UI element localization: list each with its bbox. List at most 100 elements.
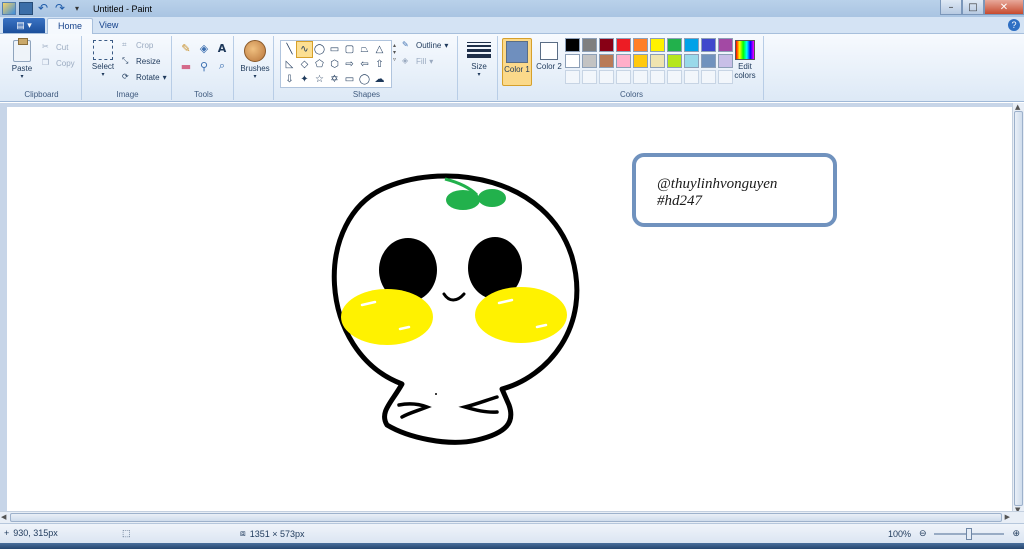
brushes-button[interactable]: Brushes ▾ xyxy=(238,40,272,80)
zoom-slider-knob[interactable] xyxy=(966,528,972,540)
palette-custom-swatch[interactable] xyxy=(701,70,716,84)
palette-swatch[interactable] xyxy=(667,54,682,68)
outline-button[interactable]: ✎ Outline ▾ xyxy=(402,40,448,50)
undo-icon[interactable]: ↶ xyxy=(36,2,50,15)
five-point-star-shape-icon[interactable]: ☆ xyxy=(312,72,327,87)
up-arrow-shape-icon[interactable]: ⇧ xyxy=(372,57,387,72)
palette-swatch[interactable] xyxy=(650,38,665,52)
hexagon-shape-icon[interactable]: ⬡ xyxy=(327,57,342,72)
color2-button[interactable]: Color 2 xyxy=(534,38,564,86)
palette-swatch[interactable] xyxy=(718,38,733,52)
palette-custom-swatch[interactable] xyxy=(565,70,580,84)
rectangle-shape-icon[interactable]: ▭ xyxy=(327,42,342,57)
left-arrow-shape-icon[interactable]: ⇦ xyxy=(357,57,372,72)
palette-swatch[interactable] xyxy=(565,54,580,68)
palette-swatch[interactable] xyxy=(633,54,648,68)
palette-swatch[interactable] xyxy=(616,38,631,52)
six-point-star-shape-icon[interactable]: ✡ xyxy=(327,72,342,87)
right-triangle-shape-icon[interactable]: ◺ xyxy=(282,57,297,72)
palette-custom-swatch[interactable] xyxy=(650,70,665,84)
save-icon[interactable] xyxy=(19,2,33,15)
text-tool-icon[interactable]: A xyxy=(214,40,230,56)
palette-swatch[interactable] xyxy=(582,54,597,68)
line-shape-icon[interactable]: ╲ xyxy=(282,42,297,57)
fill-bucket-icon[interactable]: ◈ xyxy=(196,40,212,56)
crop-button[interactable]: ⌗ Crop xyxy=(122,40,153,50)
rotate-button[interactable]: ⟳ Rotate ▾ xyxy=(122,72,167,82)
triangle-shape-icon[interactable]: △ xyxy=(372,42,387,57)
clipboard-group-label: Clipboard xyxy=(24,90,59,99)
palette-custom-swatch[interactable] xyxy=(684,70,699,84)
four-point-star-shape-icon[interactable]: ✦ xyxy=(297,72,312,87)
rounded-callout-shape-icon[interactable]: ▭ xyxy=(342,72,357,87)
magnifier-icon[interactable]: ⌕ xyxy=(214,58,230,74)
eraser-icon[interactable]: ▬ xyxy=(178,58,194,74)
diamond-shape-icon[interactable]: ◇ xyxy=(297,57,312,72)
color-picker-icon[interactable]: ⚲ xyxy=(196,58,212,74)
palette-swatch[interactable] xyxy=(684,54,699,68)
scroll-up-icon[interactable]: ▲ xyxy=(1015,103,1020,111)
palette-swatch[interactable] xyxy=(582,38,597,52)
palette-swatch[interactable] xyxy=(599,38,614,52)
palette-swatch[interactable] xyxy=(684,38,699,52)
color1-button[interactable]: Color 1 xyxy=(502,38,532,86)
redo-icon[interactable]: ↷ xyxy=(53,2,67,15)
resize-button[interactable]: ⤡ Resize xyxy=(122,56,160,66)
scroll-left-icon[interactable]: ◀ xyxy=(1,513,6,521)
scroll-right-icon[interactable]: ▶ xyxy=(1005,513,1010,521)
polygon-shape-icon[interactable]: ⏢ xyxy=(357,42,372,57)
fill-button[interactable]: ◈ Fill ▾ xyxy=(402,56,433,66)
curve-shape-icon[interactable]: ∿ xyxy=(296,41,313,58)
help-icon[interactable]: ? xyxy=(1008,19,1020,31)
palette-custom-swatch[interactable] xyxy=(582,70,597,84)
customize-quick-access-icon[interactable]: ▾ xyxy=(70,2,84,15)
size-button[interactable]: Size ▾ xyxy=(464,40,494,78)
paint-app-icon[interactable] xyxy=(2,2,16,15)
cut-button[interactable]: ✂ Cut xyxy=(42,42,68,52)
vertical-scroll-thumb[interactable] xyxy=(1014,111,1023,506)
tab-view[interactable]: View xyxy=(89,18,128,35)
palette-swatch[interactable] xyxy=(633,38,648,52)
watermark-line2: #hd247 xyxy=(657,193,704,209)
palette-swatch[interactable] xyxy=(599,54,614,68)
horizontal-scrollbar[interactable]: ◀ ▶ xyxy=(0,511,1024,523)
oval-shape-icon[interactable]: ◯ xyxy=(312,42,327,57)
palette-custom-swatch[interactable] xyxy=(633,70,648,84)
palette-custom-swatch[interactable] xyxy=(616,70,631,84)
maximize-button[interactable]: □ xyxy=(962,0,984,15)
status-bar: + 930, 315px ⬚ ⧈ 1351 × 573px 100% ⊖ ⊕ xyxy=(0,523,1024,543)
palette-swatch[interactable] xyxy=(718,54,733,68)
palette-swatch[interactable] xyxy=(650,54,665,68)
select-button[interactable]: Select ▾ xyxy=(88,40,118,78)
paint-menu-button[interactable]: ▤ ▾ xyxy=(3,18,45,33)
palette-custom-swatch[interactable] xyxy=(667,70,682,84)
drawing-canvas[interactable]: @thuylinhvonguyen #hd247 xyxy=(7,107,1012,514)
down-arrow-shape-icon[interactable]: ⇩ xyxy=(282,72,297,87)
palette-swatch[interactable] xyxy=(701,54,716,68)
pencil-icon[interactable]: ✎ xyxy=(178,40,194,56)
tab-home[interactable]: Home xyxy=(47,18,94,35)
pentagon-shape-icon[interactable]: ⬠ xyxy=(312,57,327,72)
zoom-in-icon[interactable]: ⊕ xyxy=(1012,528,1020,539)
palette-swatch[interactable] xyxy=(701,38,716,52)
palette-swatch[interactable] xyxy=(616,54,631,68)
rounded-rectangle-shape-icon[interactable]: ▢ xyxy=(342,42,357,57)
vertical-scrollbar[interactable]: ▲ ▼ xyxy=(1012,103,1024,514)
edit-colors-button[interactable]: Edit colors xyxy=(730,40,760,80)
horizontal-scroll-thumb[interactable] xyxy=(10,513,1002,522)
shapes-group: ╲ ∿ ◯ ▭ ▢ ⏢ △ ◺ ◇ ⬠ ⬡ ⇨ ⇦ ⇧ ⇩ ✦ ☆ ✡ ▭ ◯ xyxy=(276,36,458,100)
color1-swatch xyxy=(506,41,528,63)
right-arrow-shape-icon[interactable]: ⇨ xyxy=(342,57,357,72)
palette-swatch[interactable] xyxy=(565,38,580,52)
paste-button[interactable]: Paste ▾ xyxy=(6,38,38,80)
cloud-callout-shape-icon[interactable]: ☁ xyxy=(372,72,387,87)
oval-callout-shape-icon[interactable]: ◯ xyxy=(357,72,372,87)
palette-swatch[interactable] xyxy=(667,38,682,52)
close-button[interactable]: ✕ xyxy=(984,0,1024,15)
palette-custom-swatch[interactable] xyxy=(718,70,733,84)
shapes-scroll-icon[interactable]: ▴ ▾ ▿ xyxy=(393,42,396,63)
copy-button[interactable]: ❐ Copy xyxy=(42,58,75,68)
zoom-out-icon[interactable]: ⊖ xyxy=(919,528,927,539)
palette-custom-swatch[interactable] xyxy=(599,70,614,84)
minimize-button[interactable]: – xyxy=(940,0,962,15)
